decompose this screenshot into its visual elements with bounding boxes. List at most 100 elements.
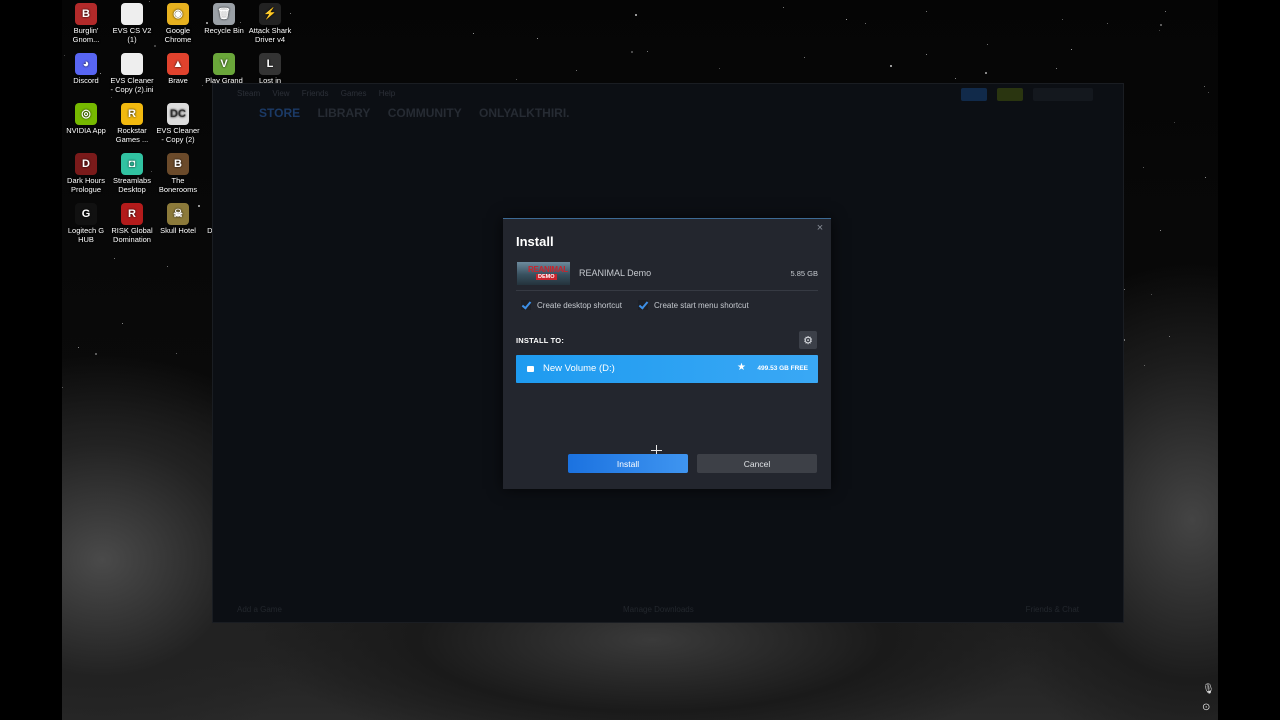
desktop-icon-label: Burglin' Gnom...	[72, 26, 100, 44]
add-game-button[interactable]: Add a Game	[237, 605, 282, 614]
ini-file-icon	[121, 53, 143, 75]
steam-menu-item[interactable]: View	[272, 89, 289, 98]
star-decoration	[1207, 92, 1209, 94]
desktop-icon[interactable]: B The Bonerooms	[155, 153, 201, 194]
rockstar-icon: R	[121, 103, 143, 125]
star-decoration	[1070, 48, 1072, 50]
evs-cleaner-icon: DC	[167, 103, 189, 125]
file-icon	[121, 3, 143, 25]
desktop-icon[interactable]: ◉ Google Chrome	[155, 3, 201, 44]
star-decoration	[1168, 336, 1170, 338]
steam-account-button[interactable]	[1033, 88, 1093, 101]
star-decoration	[955, 77, 956, 79]
desktop-icon[interactable]: EVS CS V2 (1)	[109, 3, 155, 44]
star-decoration	[925, 53, 927, 55]
desktop-icon[interactable]: ◘ Streamlabs Desktop	[109, 153, 155, 194]
desktop-icon[interactable]: ⚡ Attack Shark Driver v4	[247, 3, 293, 44]
checkbox-label: Create desktop shortcut	[537, 300, 622, 310]
star-decoration	[575, 69, 577, 71]
star-decoration	[1143, 365, 1145, 367]
desktop-icon[interactable]: B Burglin' Gnom...	[63, 3, 109, 44]
desktop-icon[interactable]: DC EVS Cleaner - Copy (2)	[155, 103, 201, 144]
star-decoration	[987, 43, 989, 45]
star-decoration	[473, 33, 475, 35]
desktop-icon-label: Recycle Bin	[204, 26, 244, 35]
desktop-icon-label: Rockstar Games ...	[115, 126, 149, 144]
desktop-icon-label: Skull Hotel	[160, 226, 196, 235]
letterbox-left	[0, 0, 62, 720]
steam-announce-button[interactable]	[961, 88, 987, 101]
steam-menu-bar: Steam View Friends Games Help	[237, 89, 405, 98]
close-icon[interactable]: ×	[814, 222, 826, 234]
checkbox-checked-icon[interactable]	[521, 300, 531, 310]
desktop-icon[interactable]: ☠ Skull Hotel	[155, 203, 201, 235]
volume-free-space: 499.53 GB FREE	[757, 365, 808, 372]
manage-downloads-button[interactable]: Manage Downloads	[623, 605, 694, 614]
steam-top-buttons	[961, 88, 1093, 101]
steam-titlebar: Steam View Friends Games Help	[213, 84, 1123, 106]
start-menu-shortcut-checkbox[interactable]: Create start menu shortcut	[638, 300, 749, 310]
game-name: REANIMAL Demo	[579, 268, 652, 278]
game-thumbnail-badge: DEMO	[536, 274, 557, 280]
star-decoration	[864, 22, 866, 24]
star-decoration	[78, 346, 80, 348]
tab-store[interactable]: STORE	[259, 106, 300, 120]
desktop-icon-label: Streamlabs Desktop	[113, 176, 151, 194]
settings-circle-icon[interactable]: ⊙	[1202, 702, 1210, 713]
tab-community[interactable]: COMMUNITY	[388, 106, 462, 120]
install-location-select[interactable]: New Volume (D:) ★ 499.53 GB FREE	[516, 355, 818, 383]
drive-icon	[527, 366, 534, 372]
desktop-icon[interactable]: ◕ Discord	[63, 53, 109, 85]
star-decoration	[110, 97, 112, 99]
star-decoration	[647, 51, 649, 53]
game-thumbnail: REANIMAL DEMO	[517, 262, 570, 285]
star-decoration	[176, 352, 178, 354]
desktop-icon-label: EVS Cleaner - Copy (2)	[156, 126, 200, 144]
star-decoration	[1205, 177, 1207, 179]
microphone-icon[interactable]: 🎙	[1202, 684, 1215, 695]
desktop-icon-label: Google Chrome	[164, 26, 192, 44]
star-decoration	[1174, 122, 1176, 124]
star-decoration	[1164, 10, 1166, 12]
steam-notification-button[interactable]	[997, 88, 1023, 101]
desktop-shortcut-checkbox[interactable]: Create desktop shortcut	[521, 300, 622, 310]
nvidia-icon: ◎	[75, 103, 97, 125]
steam-nav: STORE LIBRARY COMMUNITY ONLYALKTHIRI.	[259, 106, 584, 120]
desktop-icon[interactable]: EVS Cleaner - Copy (2).ini	[109, 53, 155, 94]
star-decoration	[537, 38, 539, 40]
star-decoration	[1055, 68, 1057, 70]
install-dialog: × Install REANIMAL DEMO REANIMAL Demo 5.…	[503, 218, 831, 489]
desktop-icon-label: NVIDIA App	[66, 126, 106, 135]
tab-library[interactable]: LIBRARY	[317, 106, 370, 120]
checkbox-label: Create start menu shortcut	[654, 300, 749, 310]
desktop-icon-label: EVS CS V2 (1)	[112, 26, 152, 44]
desktop-icon[interactable]: ◎ NVIDIA App	[63, 103, 109, 135]
install-to-label: INSTALL TO:	[516, 336, 565, 345]
star-decoration	[1107, 23, 1109, 25]
recycle-bin-icon: 🗑	[213, 3, 235, 25]
steam-footer: Add a Game Manage Downloads Friends & Ch…	[213, 596, 1123, 622]
gta-icon: V	[213, 53, 235, 75]
desktop-icon[interactable]: 🗑 Recycle Bin	[201, 3, 247, 35]
install-button[interactable]: Install	[568, 454, 688, 473]
risk-icon: R	[121, 203, 143, 225]
steam-menu-item[interactable]: Games	[341, 89, 367, 98]
desktop-icon[interactable]: G Logitech G HUB	[63, 203, 109, 244]
desktop-icon[interactable]: D Dark Hours Prologue	[63, 153, 109, 194]
game-thumbnail-title: REANIMAL	[528, 265, 568, 274]
tab-profile[interactable]: ONLYALKTHIRI.	[479, 106, 569, 120]
steam-menu-item[interactable]: Help	[379, 89, 395, 98]
steam-menu-item[interactable]: Steam	[237, 89, 260, 98]
star-decoration	[846, 19, 847, 21]
desktop-icon[interactable]: R RISK Global Domination	[109, 203, 155, 244]
desktop-icon[interactable]: L Lost in	[247, 53, 293, 85]
desktop-icon[interactable]: ▲ Brave	[155, 53, 201, 85]
gear-icon[interactable]: ⚙	[799, 331, 817, 349]
cancel-button[interactable]: Cancel	[697, 454, 817, 473]
bonerooms-icon: B	[167, 153, 189, 175]
steam-menu-item[interactable]: Friends	[302, 89, 329, 98]
friends-chat-button[interactable]: Friends & Chat	[1026, 605, 1079, 614]
desktop-icon[interactable]: R Rockstar Games ...	[109, 103, 155, 144]
star-decoration	[1061, 18, 1063, 20]
checkbox-checked-icon[interactable]	[638, 300, 648, 310]
